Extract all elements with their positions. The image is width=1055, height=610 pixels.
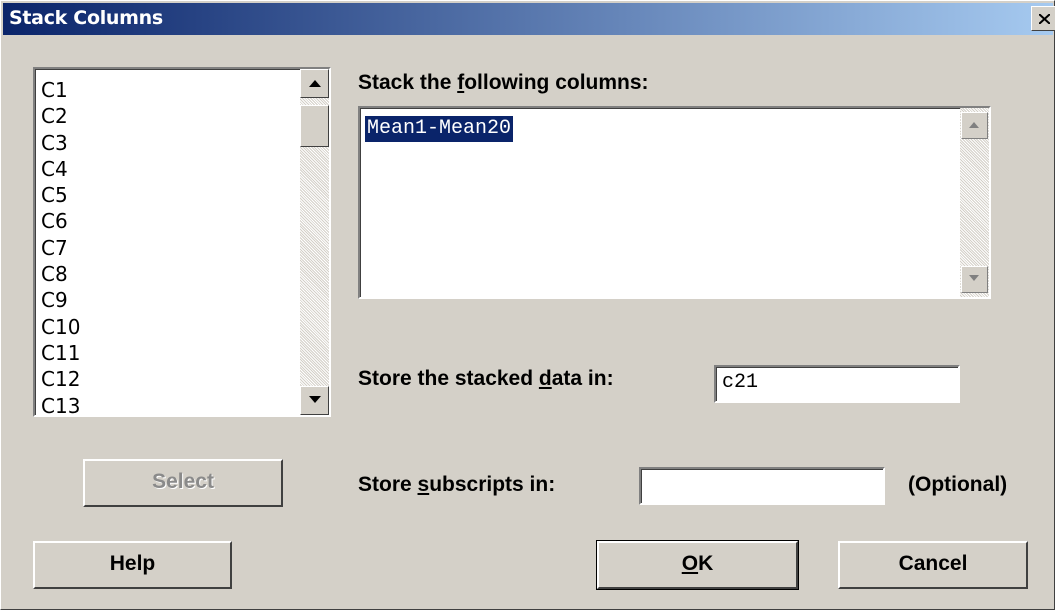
- column-list-item[interactable]: C7: [41, 235, 291, 261]
- stack-scroll-up-button: [961, 112, 988, 139]
- column-list-item[interactable]: C5: [41, 182, 291, 208]
- column-list-item[interactable]: C9: [41, 287, 291, 313]
- arrow-up-icon: [969, 122, 979, 128]
- column-list-item[interactable]: C12: [41, 366, 291, 392]
- stack-columns-scrollbar: [960, 108, 989, 297]
- select-button[interactable]: Select: [83, 459, 283, 507]
- title-bar[interactable]: Stack Columns: [3, 3, 1055, 35]
- arrow-down-icon: [309, 396, 321, 403]
- store-data-input[interactable]: c21: [714, 365, 960, 403]
- close-button[interactable]: [1031, 6, 1055, 31]
- arrow-up-icon: [309, 80, 321, 87]
- stack-scroll-down-button: [961, 266, 988, 293]
- scroll-down-button[interactable]: [300, 386, 329, 415]
- column-list-item[interactable]: C8: [41, 261, 291, 287]
- column-list-item[interactable]: C11: [41, 340, 291, 366]
- column-list[interactable]: C1 C2 C3 C4 C5 C6 C7 C8 C9 C10 C11 C12 C13: [33, 67, 331, 419]
- column-list-item[interactable]: C6: [41, 208, 291, 234]
- column-list-item[interactable]: C10: [41, 314, 291, 340]
- scroll-up-button[interactable]: [300, 69, 329, 98]
- column-list-items: C1 C2 C3 C4 C5 C6 C7 C8 C9 C10 C11 C12 C13: [41, 77, 291, 419]
- arrow-down-icon: [969, 275, 979, 281]
- stack-columns-label: Stack the following columns:: [358, 71, 649, 94]
- ok-button[interactable]: OK: [596, 540, 799, 590]
- cancel-button[interactable]: Cancel: [838, 541, 1028, 589]
- help-button[interactable]: Help: [33, 541, 232, 589]
- optional-label: (Optional): [908, 473, 1008, 496]
- column-list-item[interactable]: C4: [41, 156, 291, 182]
- store-subscripts-input[interactable]: [639, 467, 885, 505]
- window-title: Stack Columns: [9, 7, 163, 29]
- stack-columns-dialog: Stack Columns C1 C2 C3 C4 C5 C6 C7 C8 C9 C10 C11 C1…: [0, 0, 1055, 610]
- store-data-label: Store the stacked data in:: [358, 367, 614, 390]
- scroll-thumb[interactable]: [300, 105, 329, 147]
- stack-columns-selected-text: Mean1-Mean20: [365, 116, 514, 142]
- column-list-item[interactable]: C3: [41, 130, 291, 156]
- column-list-item[interactable]: C13: [41, 393, 291, 419]
- store-subscripts-label: Store subscripts in:: [358, 473, 556, 496]
- column-list-item[interactable]: C1: [41, 77, 291, 103]
- stack-columns-field[interactable]: Mean1-Mean20: [358, 106, 991, 299]
- close-icon: [1039, 14, 1050, 24]
- column-list-scrollbar[interactable]: [300, 69, 329, 415]
- column-list-item[interactable]: C2: [41, 103, 291, 129]
